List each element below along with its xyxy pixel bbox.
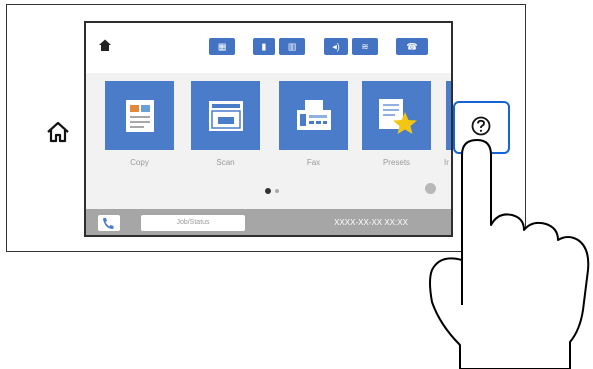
copy-tile[interactable] <box>105 81 174 150</box>
paper-icon[interactable]: ▦ <box>209 38 235 55</box>
scan-icon <box>208 100 243 131</box>
ink-icon[interactable]: ▮ <box>253 38 275 55</box>
copy-icon <box>125 99 154 132</box>
page-indicator <box>275 189 279 193</box>
home-icon <box>99 39 111 51</box>
fax-status-button[interactable] <box>98 215 120 231</box>
network-icon[interactable]: ▥ <box>279 38 305 55</box>
status-bar: ▦ ▮ ▥ ◂) ≋ ☎ <box>86 23 451 73</box>
fax-icon <box>296 99 331 130</box>
lcd-screen: ▦ ▮ ▥ ◂) ≋ ☎ Copy Scan Fax Presets Ir Jo… <box>84 21 453 237</box>
home-icon <box>47 121 69 143</box>
bottom-bar: Job/Status XXXX-XX-XX XX:XX <box>86 209 451 235</box>
fax-status-icon <box>103 218 114 229</box>
screen-home-button[interactable] <box>98 38 112 52</box>
fax-tile[interactable] <box>279 81 348 150</box>
page-indicator-active <box>265 188 271 194</box>
scan-tile[interactable] <box>191 81 260 150</box>
wifi-icon[interactable]: ≋ <box>352 38 378 55</box>
job-status-button[interactable]: Job/Status <box>141 215 245 231</box>
copy-label: Copy <box>130 158 149 167</box>
presets-icon <box>378 98 417 134</box>
home-button[interactable] <box>45 119 71 145</box>
scan-label: Scan <box>216 158 235 167</box>
fax-label: Fax <box>306 158 321 167</box>
phone-icon[interactable]: ☎ <box>396 38 428 55</box>
sound-icon[interactable]: ◂) <box>324 38 348 55</box>
pointing-hand-icon <box>429 139 590 369</box>
